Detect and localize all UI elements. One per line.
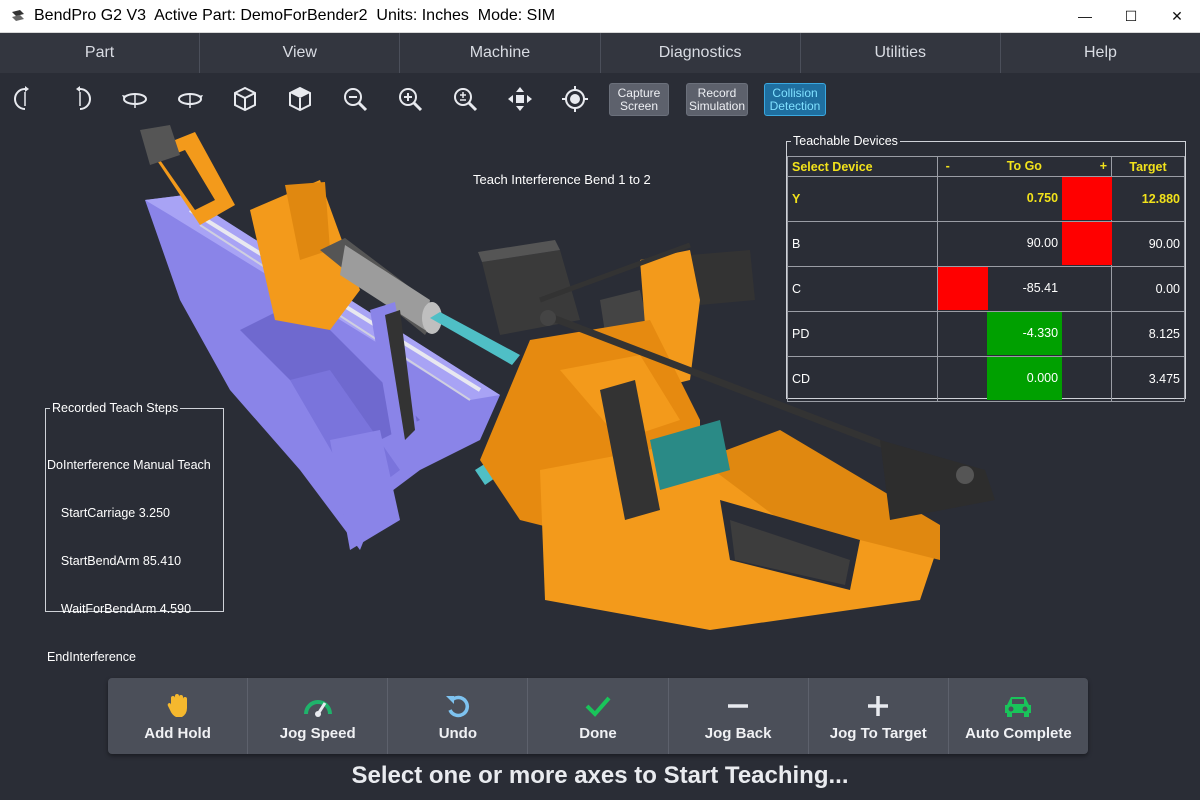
pan-icon[interactable]	[505, 84, 535, 114]
minimize-button[interactable]: —	[1062, 0, 1108, 32]
orbit-right-icon[interactable]	[175, 84, 205, 114]
target-value: 12.880	[1111, 176, 1185, 222]
teachable-devices-panel: Teachable Devices Select Device - To Go …	[786, 134, 1186, 402]
jog-speed-button[interactable]: Jog Speed	[248, 678, 389, 754]
jog-to-target-button[interactable]: Jog To Target	[809, 678, 949, 754]
undo-label: Undo	[438, 724, 478, 742]
step-line: WaitForBendArm 4.590	[47, 602, 192, 616]
title-bar: BendPro G2 V3 Active Part: DemoForBender…	[0, 0, 1200, 33]
jog-back-label: Jog Back	[704, 724, 772, 742]
app-logo-icon	[12, 10, 24, 21]
togo-header: - To Go +	[936, 156, 1113, 177]
zoom-in-icon[interactable]	[395, 84, 425, 114]
device-name[interactable]: B	[787, 221, 938, 267]
target-value: 8.125	[1111, 311, 1185, 357]
window-title: BendPro G2 V3 Active Part: DemoForBender…	[34, 7, 556, 24]
togo-value: -85.41	[1022, 281, 1059, 295]
checkmark-icon	[584, 691, 612, 721]
devices-table: Select Device - To Go + Target Y 0.750 1…	[787, 156, 1185, 402]
recorded-steps-title: Recorded Teach Steps	[50, 401, 181, 415]
auto-complete-button[interactable]: Auto Complete	[949, 678, 1088, 754]
togo-cell: -85.41	[936, 266, 1113, 312]
target-value: 0.00	[1111, 266, 1185, 312]
menu-bar: Part View Machine Diagnostics Utilities …	[0, 33, 1200, 73]
collision-detection-button[interactable]: Collision Detection	[764, 83, 826, 116]
cube-iso-icon[interactable]	[285, 84, 315, 114]
menu-machine[interactable]: Machine	[400, 33, 601, 73]
menu-diagnostics[interactable]: Diagnostics	[601, 33, 801, 73]
steps-list: DoInterference Manual Teach StartCarriag…	[47, 425, 211, 697]
togo-cell: 0.000	[936, 356, 1113, 402]
done-label: Done	[579, 724, 617, 742]
device-name[interactable]: PD	[787, 311, 938, 357]
jog-speed-label: Jog Speed	[279, 724, 356, 742]
device-row-b[interactable]: B 90.00 90.00	[787, 221, 1185, 267]
cube-view-icon[interactable]	[230, 84, 260, 114]
orbit-left-icon[interactable]	[120, 84, 150, 114]
togo-value: 90.00	[1026, 236, 1059, 250]
jog-to-target-label: Jog To Target	[829, 724, 927, 742]
minus-icon	[725, 691, 751, 721]
plus-icon	[865, 691, 891, 721]
target-header: Target	[1111, 156, 1185, 177]
device-row-y[interactable]: Y 0.750 12.880	[787, 176, 1185, 222]
rotate-right-icon[interactable]	[65, 84, 95, 114]
teachable-devices-title: Teachable Devices	[791, 134, 900, 148]
action-bar: Add Hold Jog Speed Undo Done Jog Back Jo…	[108, 678, 1088, 754]
step-line: DoInterference Manual Teach	[47, 458, 211, 472]
undo-button[interactable]: Undo	[388, 678, 529, 754]
device-row-c[interactable]: C -85.41 0.00	[787, 266, 1185, 312]
plus-header: +	[1099, 159, 1108, 173]
menu-part[interactable]: Part	[0, 33, 201, 73]
device-name[interactable]: C	[787, 266, 938, 312]
togo-value: 0.750	[1026, 191, 1059, 205]
recorded-steps-panel: Recorded Teach Steps DoInterference Manu…	[45, 401, 224, 664]
menu-help[interactable]: Help	[1001, 33, 1200, 73]
hand-icon	[167, 691, 189, 721]
target-value: 3.475	[1111, 356, 1185, 402]
select-device-header: Select Device	[787, 156, 938, 177]
togo-bar	[1061, 177, 1112, 220]
device-row-pd[interactable]: PD -4.330 8.125	[787, 311, 1185, 357]
togo-header-label: To Go	[1006, 159, 1042, 173]
togo-cell: 90.00	[936, 221, 1113, 267]
step-line: StartCarriage 3.250	[47, 506, 170, 520]
record-simulation-button[interactable]: Record Simulation	[686, 83, 748, 116]
status-message: Select one or more axes to Start Teachin…	[351, 762, 849, 789]
step-line: StartBendArm 85.410	[47, 554, 182, 568]
done-button[interactable]: Done	[528, 678, 669, 754]
center-target-icon[interactable]	[560, 84, 590, 114]
togo-cell: -4.330	[936, 311, 1113, 357]
togo-bar	[1061, 222, 1112, 265]
add-hold-label: Add Hold	[144, 724, 211, 742]
togo-value: 0.000	[1026, 371, 1059, 385]
device-name[interactable]: Y	[787, 176, 938, 222]
add-hold-button[interactable]: Add Hold	[108, 678, 249, 754]
menu-utilities[interactable]: Utilities	[801, 33, 1001, 73]
devices-header-row: Select Device - To Go + Target	[787, 156, 1185, 177]
rotate-left-icon[interactable]	[10, 84, 40, 114]
car-icon	[1002, 691, 1034, 721]
device-row-cd[interactable]: CD 0.000 3.475	[787, 356, 1185, 402]
undo-icon	[444, 691, 472, 721]
jog-back-button[interactable]: Jog Back	[669, 678, 809, 754]
target-value: 90.00	[1111, 221, 1185, 267]
speedometer-icon	[303, 691, 333, 721]
menu-view[interactable]: View	[200, 33, 401, 73]
togo-cell: 0.750	[936, 176, 1113, 222]
togo-bar	[937, 267, 988, 310]
zoom-fit-icon[interactable]	[450, 84, 480, 114]
close-button[interactable]: ✕	[1154, 0, 1200, 32]
interference-label: Teach Interference Bend 1 to 2	[473, 172, 651, 187]
zoom-out-icon[interactable]	[340, 84, 370, 114]
maximize-button[interactable]: ☐	[1108, 0, 1154, 32]
device-name[interactable]: CD	[787, 356, 938, 402]
togo-value: -4.330	[1022, 326, 1059, 340]
auto-complete-label: Auto Complete	[965, 724, 1072, 742]
capture-screen-button[interactable]: Capture Screen	[609, 83, 669, 116]
